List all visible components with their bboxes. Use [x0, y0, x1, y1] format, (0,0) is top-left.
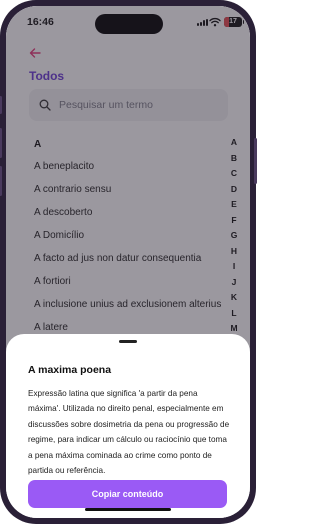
action-button: [0, 96, 2, 114]
phone-frame: 16:46 17 Todos Pesquisar um termo A A be…: [0, 0, 257, 524]
copy-content-button[interactable]: Copiar conteúdo: [28, 480, 227, 508]
home-indicator: [85, 508, 171, 511]
sheet-grabber[interactable]: [119, 340, 137, 343]
sheet-title: A maxima poena: [28, 364, 112, 376]
volume-up-button: [0, 128, 2, 158]
bottom-sheet: A maxima poena Expressão latina que sign…: [6, 334, 250, 518]
screen: 16:46 17 Todos Pesquisar um termo A A be…: [6, 6, 250, 518]
sheet-description: Expressão latina que significa 'a partir…: [28, 389, 230, 476]
power-button: [254, 138, 257, 184]
volume-down-button: [0, 166, 2, 196]
